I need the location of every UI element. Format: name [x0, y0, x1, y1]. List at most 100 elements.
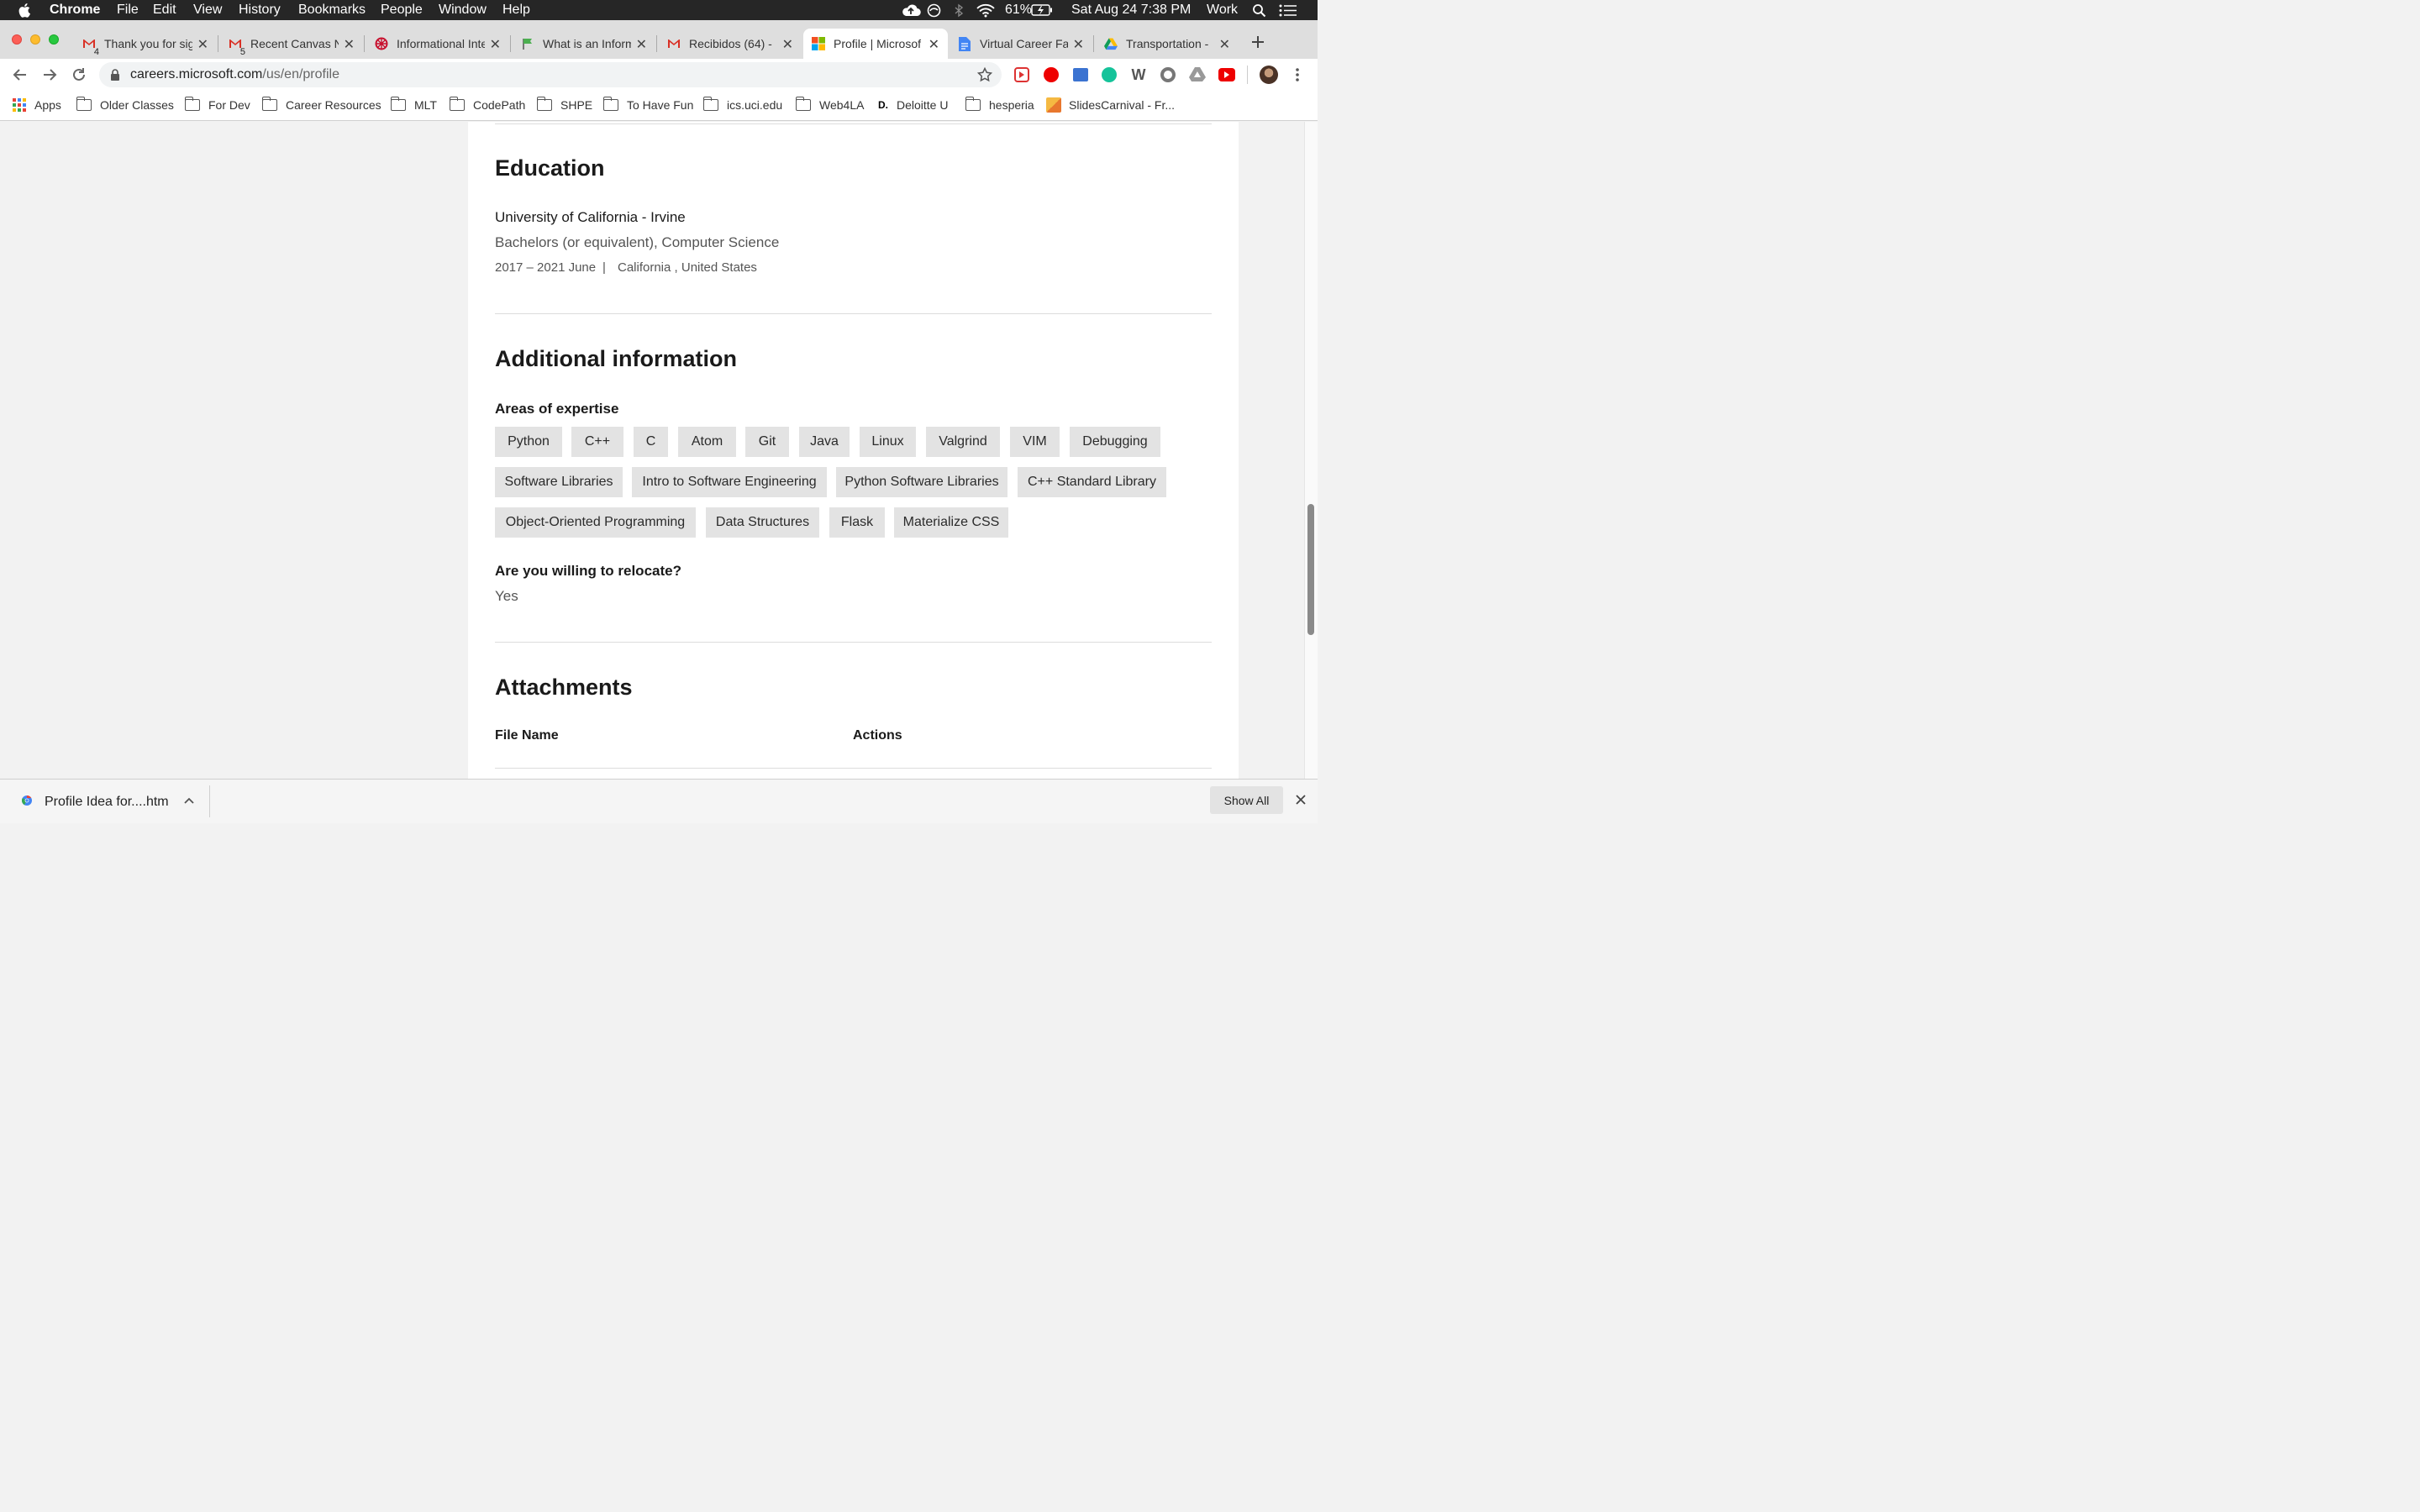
menu-app-chrome[interactable]: Chrome	[50, 2, 100, 18]
close-icon[interactable]	[1296, 795, 1306, 805]
show-all-downloads-button[interactable]: Show All	[1210, 786, 1283, 814]
kebab-menu-icon[interactable]	[1295, 67, 1300, 82]
gmail-icon: 4	[82, 37, 99, 57]
download-file-name[interactable]: Profile Idea for....htm	[45, 795, 169, 810]
address-url[interactable]: careers.microsoft.com/us/en/profile	[130, 67, 339, 82]
menu-window[interactable]: Window	[439, 2, 487, 18]
bookmark-older-classes[interactable]: Older Classes	[76, 97, 174, 113]
folder-icon	[602, 97, 618, 111]
close-icon[interactable]: ✕	[197, 36, 208, 53]
bookmark-for-dev[interactable]: For Dev	[184, 97, 250, 113]
bookmark-ics-uci[interactable]: ics.uci.edu	[702, 97, 782, 113]
bookmark-mlt[interactable]: MLT	[390, 97, 437, 113]
extension-circle-icon[interactable]	[1160, 67, 1176, 82]
skill-chip: Flask	[829, 507, 885, 538]
bookmark-slidescarnival[interactable]: SlidesCarnival - Fr...	[1046, 97, 1175, 113]
relocate-question: Are you willing to relocate?	[495, 563, 681, 579]
window-close-button[interactable]	[12, 34, 22, 45]
tab-0[interactable]: 4 Thank you for sig ✕	[82, 29, 217, 59]
grammarly-icon[interactable]	[1102, 67, 1117, 82]
tab-6[interactable]: Virtual Career Fa ✕	[958, 29, 1092, 59]
tab-5-active[interactable]: Profile | Microsof ✕	[803, 29, 948, 59]
attachments-heading: Attachments	[495, 675, 633, 700]
youtube-icon[interactable]	[1218, 68, 1235, 81]
close-icon[interactable]: ✕	[929, 36, 939, 53]
clock[interactable]: Sat Aug 24 7:38 PM	[1071, 2, 1191, 18]
bookmark-career-resources[interactable]: Career Resources	[261, 97, 381, 113]
close-icon[interactable]: ✕	[490, 36, 501, 53]
extension-video-icon[interactable]	[1014, 67, 1029, 82]
menu-edit[interactable]: Edit	[153, 2, 176, 18]
skill-chip: Linux	[860, 427, 916, 457]
tab-7[interactable]: Transportation - ✕	[1104, 29, 1239, 59]
microsoft-icon	[812, 37, 825, 50]
education-location: California , United States	[618, 260, 757, 275]
bookmark-web4la[interactable]: Web4LA	[795, 97, 864, 113]
bookmark-hesperia[interactable]: hesperia	[965, 97, 1034, 113]
bookmark-shpe[interactable]: SHPE	[536, 97, 592, 113]
menu-help[interactable]: Help	[502, 2, 530, 18]
back-arrow-icon[interactable]	[13, 67, 28, 82]
bookmark-to-have-fun[interactable]: To Have Fun	[602, 97, 693, 113]
bluetooth-icon[interactable]	[954, 3, 964, 18]
macos-menubar: Chrome File Edit View History Bookmarks …	[0, 0, 1318, 20]
close-icon[interactable]: ✕	[1219, 36, 1230, 53]
notification-center-icon[interactable]	[1279, 4, 1297, 17]
folder-icon	[184, 97, 200, 111]
areas-of-expertise-label: Areas of expertise	[495, 401, 619, 417]
close-icon[interactable]: ✕	[782, 36, 793, 53]
sync-icon[interactable]	[927, 3, 941, 18]
lock-icon[interactable]	[110, 69, 120, 81]
menu-file[interactable]: File	[117, 2, 139, 18]
scrollbar-thumb[interactable]	[1307, 504, 1314, 635]
menu-people[interactable]: People	[381, 2, 423, 18]
cloud-upload-icon[interactable]	[901, 4, 921, 17]
close-icon[interactable]: ✕	[1073, 36, 1084, 53]
extension-drive-icon[interactable]	[1189, 67, 1206, 82]
menu-history[interactable]: History	[239, 2, 281, 18]
close-icon[interactable]: ✕	[636, 36, 647, 53]
tab-3[interactable]: What is an Inform ✕	[521, 29, 655, 59]
extension-reader-icon[interactable]	[1073, 68, 1088, 81]
tab-2[interactable]: Informational Inte ✕	[375, 29, 509, 59]
page-scrollbar[interactable]	[1304, 122, 1318, 779]
bookmark-apps[interactable]: Apps	[13, 97, 61, 113]
apps-grid-icon	[13, 98, 26, 112]
close-icon[interactable]: ✕	[344, 36, 355, 53]
forward-arrow-icon[interactable]	[42, 67, 57, 82]
bookmark-deloitte-u[interactable]: D. Deloitte U	[878, 97, 948, 113]
skill-chip: Java	[799, 427, 850, 457]
folder-icon	[76, 97, 92, 111]
apple-icon[interactable]	[18, 2, 32, 18]
column-header-actions: Actions	[853, 728, 902, 743]
user-profile-name[interactable]: Work	[1207, 2, 1238, 18]
menu-view[interactable]: View	[193, 2, 222, 18]
new-tab-plus-icon[interactable]	[1251, 35, 1265, 49]
education-separator: |	[602, 260, 606, 275]
url-host: careers.microsoft.com	[130, 67, 263, 81]
menu-bookmarks[interactable]: Bookmarks	[298, 2, 366, 18]
folder-icon	[795, 97, 811, 111]
bookmark-codepath[interactable]: CodePath	[449, 97, 525, 113]
bookmark-star-icon[interactable]	[977, 67, 992, 82]
red-asterisk-icon	[375, 37, 388, 50]
skill-chip: Valgrind	[926, 427, 1000, 457]
spotlight-search-icon[interactable]	[1252, 3, 1266, 18]
download-divider	[209, 785, 210, 817]
skill-chip: Materialize CSS	[894, 507, 1008, 538]
window-minimize-button[interactable]	[30, 34, 40, 45]
folder-icon	[965, 97, 981, 111]
tab-1[interactable]: 5 Recent Canvas N ✕	[229, 29, 363, 59]
avatar[interactable]	[1260, 66, 1278, 84]
battery-icon[interactable]	[1031, 4, 1053, 16]
tab-4[interactable]: Recibidos (64) - ✕	[667, 29, 802, 59]
column-header-file-name: File Name	[495, 728, 559, 743]
wifi-icon[interactable]	[976, 3, 996, 18]
chevron-up-icon[interactable]	[184, 796, 194, 805]
gmail-icon	[667, 37, 681, 50]
extension-w-icon[interactable]: W	[1130, 67, 1147, 82]
reload-icon[interactable]	[71, 67, 87, 82]
green-flag-icon	[521, 37, 534, 50]
extension-adblock-icon[interactable]	[1044, 67, 1059, 82]
window-zoom-button[interactable]	[49, 34, 59, 45]
